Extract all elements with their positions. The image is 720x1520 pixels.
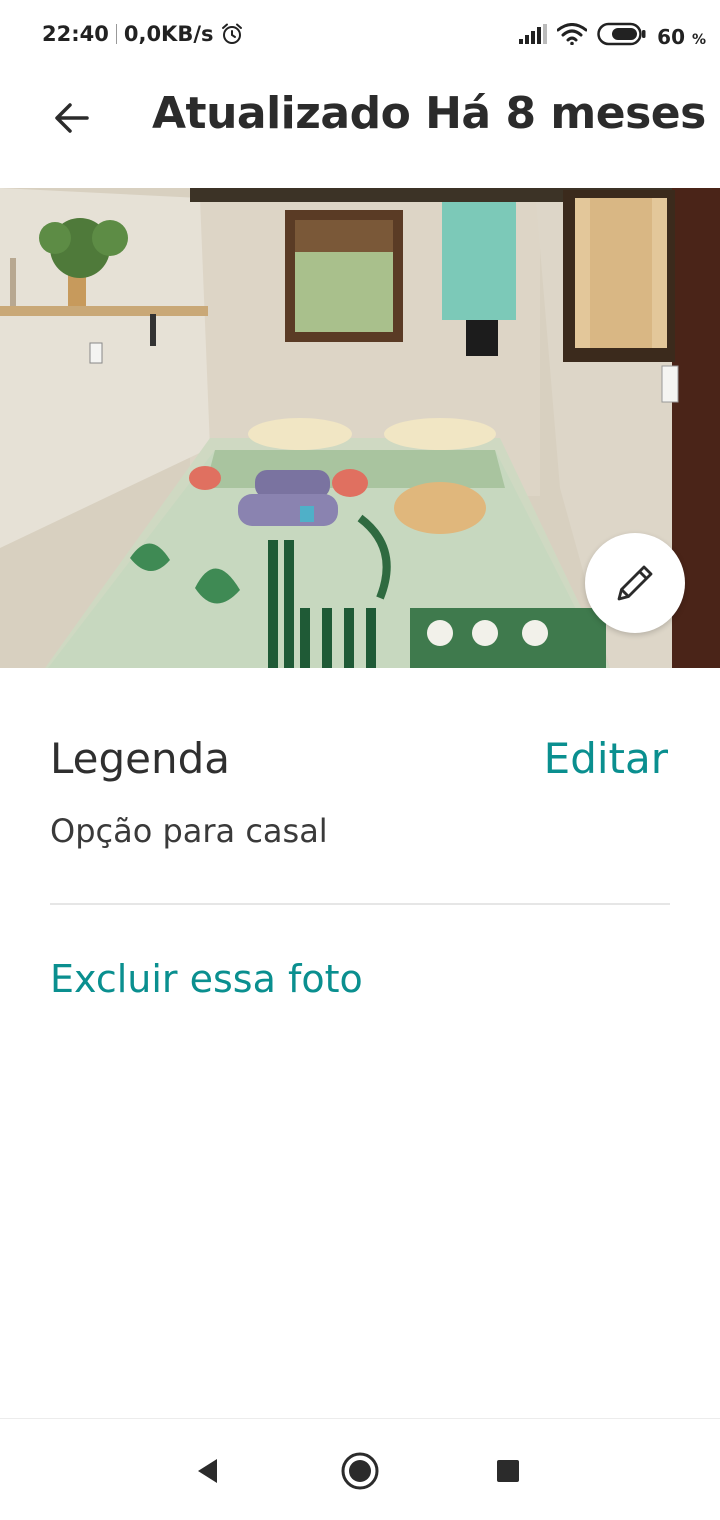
divider [50,903,670,905]
square-recents-icon [497,1460,519,1482]
pencil-icon [617,565,653,601]
status-separator [115,24,117,44]
alarm-clock-icon [220,22,244,46]
delete-photo-link[interactable]: Excluir essa foto [50,957,363,1001]
page-title: Atualizado Há 8 meses [152,88,706,139]
edit-caption-link[interactable]: Editar [544,734,668,783]
nav-recents-button[interactable] [486,1449,530,1493]
battery-percent: 60 % [657,25,706,49]
battery-icon [597,22,647,51]
wifi-icon [556,23,588,50]
status-right: 60 % [509,22,706,51]
system-nav-bar [0,1418,720,1520]
status-left: 22:40 0,0KB/s [42,22,244,46]
arrow-left-icon [55,103,89,133]
circle-home-icon [341,1452,379,1490]
edit-photo-button[interactable] [585,533,685,633]
network-speed: 0,0KB/s [123,22,214,46]
status-time: 22:40 [42,22,109,46]
toolbar: Atualizado Há 8 meses [0,74,720,162]
nav-home-button[interactable] [338,1449,382,1493]
nav-back-button[interactable] [186,1449,230,1493]
status-bar: 22:40 0,0KB/s 60 % [0,0,720,74]
caption-value: Opção para casal [50,812,328,850]
battery-percent-value: 60 [657,24,685,49]
back-button[interactable] [50,96,94,140]
cell-signal-icon [519,24,548,49]
triangle-back-icon [198,1459,217,1483]
caption-heading: Legenda [50,734,231,783]
battery-percent-unit: % [691,31,706,48]
room-photo[interactable] [0,188,720,668]
